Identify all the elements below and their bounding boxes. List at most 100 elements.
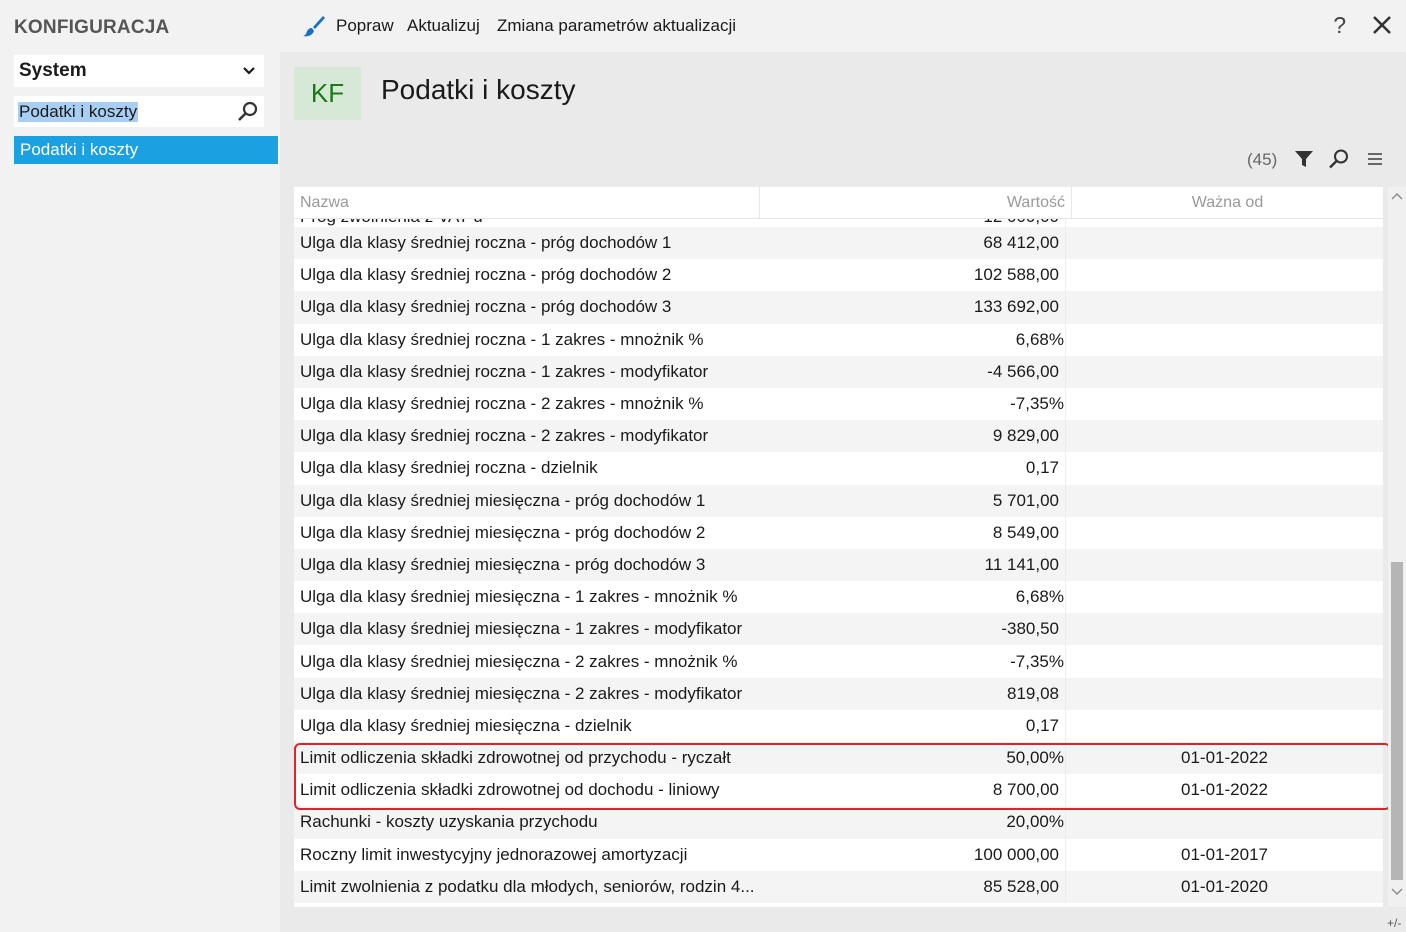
- main-panel: KF Podatki i koszty (45) Nazwa Wartość W…: [280, 52, 1406, 932]
- cell-name: Ulga dla klasy średniej roczna - próg do…: [300, 265, 672, 285]
- sidebar: KONFIGURACJA System Podatki i koszty Pod…: [0, 0, 280, 932]
- column-header-name[interactable]: Nazwa: [294, 187, 760, 218]
- cell-date: [1065, 581, 1383, 614]
- search-icon[interactable]: [236, 100, 260, 124]
- cell-value: 8 549,00: [992, 522, 1059, 542]
- cell-value: 0,17: [1025, 458, 1059, 478]
- cell-name: Ulga dla klasy średniej roczna - dzielni…: [300, 458, 598, 478]
- vertical-scrollbar[interactable]: [1388, 187, 1406, 907]
- cell-name: Ulga dla klasy średniej miesięczna - 2 z…: [300, 651, 738, 671]
- cell-value: 85 528,00: [983, 876, 1059, 896]
- table-row[interactable]: Limit odliczenia składki zdrowotnej od d…: [294, 774, 1383, 807]
- cell-name: Ulga dla klasy średniej miesięczna - dzi…: [300, 715, 632, 735]
- table-row[interactable]: Ulga dla klasy średniej miesięczna - pró…: [294, 484, 1383, 517]
- help-button[interactable]: ?: [1333, 12, 1346, 39]
- table-row[interactable]: Ulga dla klasy średniej roczna - próg do…: [294, 259, 1383, 292]
- cell-value: 133 692,00: [973, 297, 1059, 317]
- module-dropdown[interactable]: System: [14, 55, 264, 87]
- table-row[interactable]: Ulga dla klasy średniej roczna - dzielni…: [294, 452, 1383, 485]
- filter-icon[interactable]: [1294, 149, 1314, 169]
- module-dropdown-value: System: [19, 60, 87, 81]
- cell-name: Ulga dla klasy średniej miesięczna - 1 z…: [300, 619, 743, 639]
- cell-name: Roczny limit inwestycyjny jednorazowej a…: [300, 844, 688, 864]
- cell-name: Ulga dla klasy średniej roczna - próg do…: [300, 233, 672, 253]
- record-count: (45): [1247, 150, 1278, 169]
- cell-value: 102 588,00: [973, 265, 1059, 285]
- table-row[interactable]: Ulga dla klasy średniej roczna - 1 zakre…: [294, 355, 1383, 388]
- table-row[interactable]: Ulga dla klasy średniej miesięczna - 2 z…: [294, 677, 1383, 710]
- table-row[interactable]: Ulga dla klasy średniej miesięczna - 1 z…: [294, 581, 1383, 614]
- chevron-down-icon[interactable]: [1390, 884, 1404, 898]
- cell-value: 20,00%: [1006, 812, 1064, 832]
- cell-date: 01-01-2020: [1065, 870, 1383, 903]
- table-row[interactable]: Limit zwolnienia z podatku dla młodych, …: [294, 870, 1383, 903]
- sidebar-item-podatki-i-koszty[interactable]: Podatki i koszty: [14, 136, 278, 164]
- brush-icon[interactable]: [302, 14, 326, 38]
- cell-date: [1065, 420, 1383, 453]
- table-row[interactable]: Ulga dla klasy średniej roczna - próg do…: [294, 227, 1383, 260]
- grid-header: Nazwa Wartość Ważna od: [294, 187, 1383, 219]
- cell-name: Limit zwolnienia z podatku dla młodych, …: [300, 876, 755, 896]
- scrollbar-thumb[interactable]: [1391, 562, 1403, 880]
- search-input-value: Podatki i koszty: [18, 101, 139, 122]
- cell-name: Limit odliczenia składki zdrowotnej od d…: [300, 780, 720, 800]
- table-row[interactable]: Ulga dla klasy średniej roczna - 1 zakre…: [294, 323, 1383, 356]
- chevron-up-icon[interactable]: [1390, 190, 1404, 204]
- cell-name: Ulga dla klasy średniej miesięczna - 1 z…: [300, 587, 738, 607]
- cell-value: 68 412,00: [983, 233, 1059, 253]
- cell-date: [1065, 613, 1383, 646]
- sidebar-item-label: Podatki i koszty: [20, 140, 139, 159]
- module-tile: KF: [294, 67, 361, 120]
- toolbar: Popraw Aktualizuj Zmiana parametrów aktu…: [280, 0, 1406, 52]
- close-icon[interactable]: [1370, 13, 1394, 37]
- cell-name: Ulga dla klasy średniej miesięczna - pró…: [300, 490, 706, 510]
- table-row[interactable]: Roczny limit inwestycyjny jednorazowej a…: [294, 838, 1383, 871]
- fix-button[interactable]: Popraw: [336, 16, 394, 36]
- table-row[interactable]: Ulga dla klasy średniej roczna - próg do…: [294, 291, 1383, 324]
- table-row[interactable]: Ulga dla klasy średniej miesięczna - 1 z…: [294, 613, 1383, 646]
- cell-name: Ulga dla klasy średniej roczna - 2 zakre…: [300, 394, 704, 414]
- cell-name: Ulga dla klasy średniej roczna - 1 zakre…: [300, 361, 709, 381]
- cell-date: [1065, 452, 1383, 485]
- cell-value: 8 700,00: [992, 780, 1059, 800]
- cell-name: Limit odliczenia składki zdrowotnej od p…: [300, 748, 731, 768]
- change-params-button[interactable]: Zmiana parametrów aktualizacji: [497, 16, 736, 36]
- cell-value: 819,08: [1007, 683, 1059, 703]
- column-header-valid-from[interactable]: Ważna od: [1072, 187, 1383, 218]
- cell-value: 100 000,00: [973, 844, 1059, 864]
- cell-name: Ulga dla klasy średniej roczna - 2 zakre…: [300, 426, 709, 446]
- table-row[interactable]: Ulga dla klasy średniej roczna - 2 zakre…: [294, 420, 1383, 453]
- menu-icon[interactable]: [1366, 151, 1384, 167]
- chevron-down-icon: [243, 67, 255, 75]
- table-row[interactable]: Ulga dla klasy średniej miesięczna - 2 z…: [294, 645, 1383, 678]
- cell-value: 0,17: [1025, 715, 1059, 735]
- cell-value: 6,68%: [1015, 329, 1064, 349]
- cell-value: -380,50: [1001, 619, 1059, 639]
- cell-date: [1065, 677, 1383, 710]
- cell-date: [1065, 484, 1383, 517]
- table-row[interactable]: Limit odliczenia składki zdrowotnej od p…: [294, 742, 1383, 775]
- search-icon[interactable]: [1328, 148, 1350, 170]
- cell-name: Ulga dla klasy średniej miesięczna - 2 z…: [300, 683, 743, 703]
- cell-name: Ulga dla klasy średniej miesięczna - pró…: [300, 554, 706, 574]
- cell-date: 01-01-2022: [1065, 742, 1383, 775]
- table-row[interactable]: Ulga dla klasy średniej miesięczna - pró…: [294, 516, 1383, 549]
- cell-date: [1065, 291, 1383, 324]
- table-row[interactable]: Ulga dla klasy średniej roczna - 2 zakre…: [294, 387, 1383, 421]
- cell-value: 11 141,00: [984, 554, 1059, 574]
- cell-value: -7,35%: [1010, 394, 1064, 414]
- cell-date: [1065, 227, 1383, 260]
- update-button[interactable]: Aktualizuj: [407, 16, 480, 36]
- cell-date: [1065, 806, 1383, 839]
- table-row[interactable]: Rachunki - koszty uzyskania przychodu 20,…: [294, 806, 1383, 839]
- cell-value: 9 829,00: [992, 426, 1059, 446]
- table-row[interactable]: Ulga dla klasy średniej miesięczna - dzi…: [294, 709, 1383, 742]
- search-input[interactable]: Podatki i koszty: [14, 96, 264, 127]
- table-row[interactable]: Ulga dla klasy średniej miesięczna - pró…: [294, 548, 1383, 582]
- expand-toggle[interactable]: +/-: [1387, 916, 1401, 930]
- data-grid: Nazwa Wartość Ważna od Próg zwolnienia z…: [294, 187, 1383, 907]
- cell-date: 01-01-2022: [1065, 774, 1383, 807]
- cell-value: 5 701,00: [992, 490, 1059, 510]
- column-header-value[interactable]: Wartość: [760, 187, 1072, 218]
- cell-value: 6,68%: [1015, 587, 1064, 607]
